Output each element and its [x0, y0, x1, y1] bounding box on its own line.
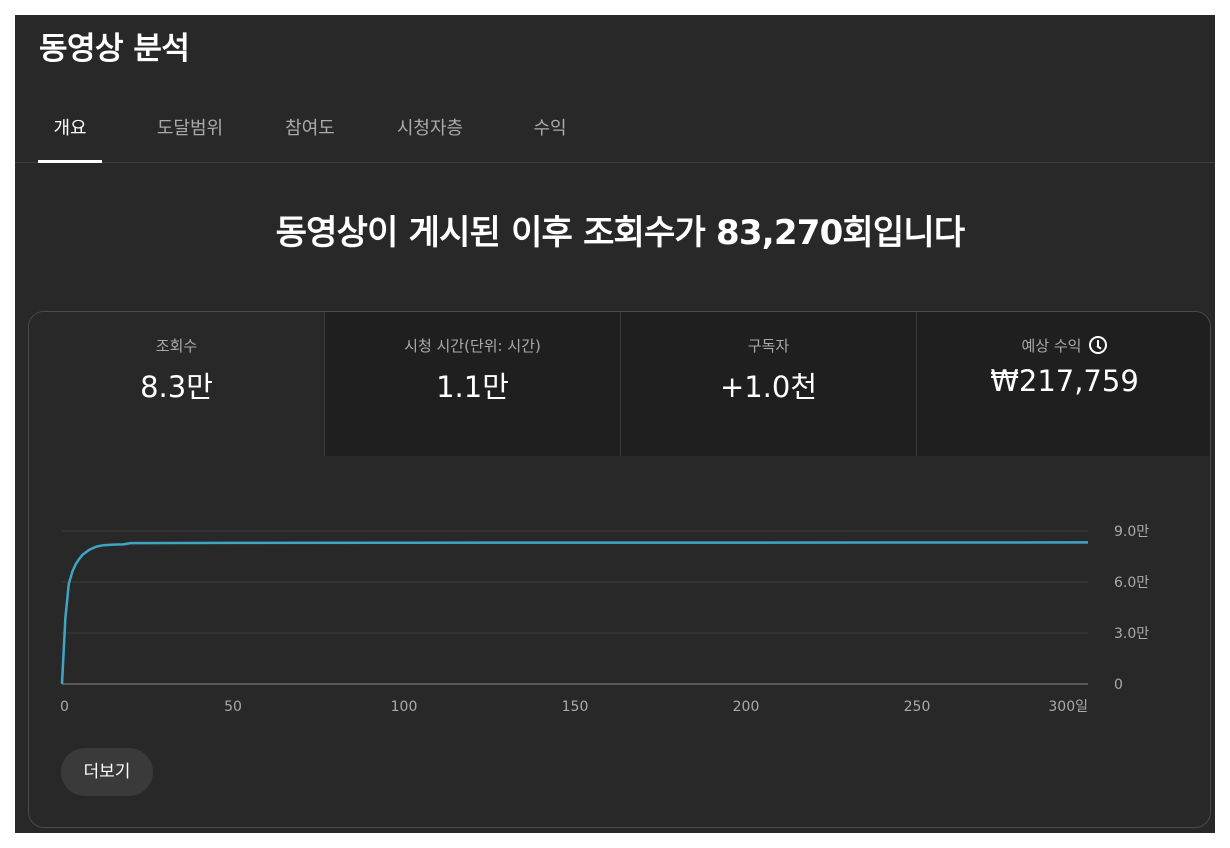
x-tick-label: 0 — [60, 699, 69, 715]
x-tick-label: 50 — [224, 699, 242, 715]
x-tick-label: 150 — [562, 699, 589, 715]
x-tick-label: 300일 — [1048, 699, 1088, 715]
metrics-card: 조회수 8.3만 시청 시간(단위: 시간) 1.1만 구독자 +1.0천 예상… — [28, 311, 1211, 828]
x-tick-label: 250 — [904, 699, 931, 715]
y-tick-label: 3.0만 — [1114, 626, 1149, 642]
y-tick-label: 0 — [1114, 677, 1123, 693]
tab-revenue[interactable]: 수익 — [520, 95, 580, 162]
tab-audience[interactable]: 시청자층 — [385, 95, 475, 162]
more-button[interactable]: 더보기 — [61, 748, 153, 796]
x-tick-label: 100 — [391, 699, 418, 715]
tab-reach[interactable]: 도달범위 — [145, 95, 235, 162]
tab-engagement[interactable]: 참여도 — [273, 95, 347, 162]
tab-overview[interactable]: 개요 — [38, 95, 102, 163]
tab-bar: 개요 도달범위 참여도 시청자층 수익 — [15, 95, 1215, 163]
views-line-chart: 0 3.0만 6.0만 9.0만 0 50 100 150 200 250 300일 — [60, 524, 1149, 715]
analytics-panel: 동영상 분석 개요 도달범위 참여도 시청자층 수익 동영상이 게시된 이후 조… — [15, 15, 1215, 833]
y-tick-label: 9.0만 — [1114, 524, 1149, 540]
headline: 동영상이 게시된 이후 조회수가 83,270회입니다 — [275, 213, 966, 253]
x-tick-label: 200 — [733, 699, 760, 715]
y-tick-label: 6.0만 — [1114, 575, 1149, 591]
views-series-line — [60, 541, 1089, 685]
page-title: 동영상 분석 — [39, 31, 190, 67]
